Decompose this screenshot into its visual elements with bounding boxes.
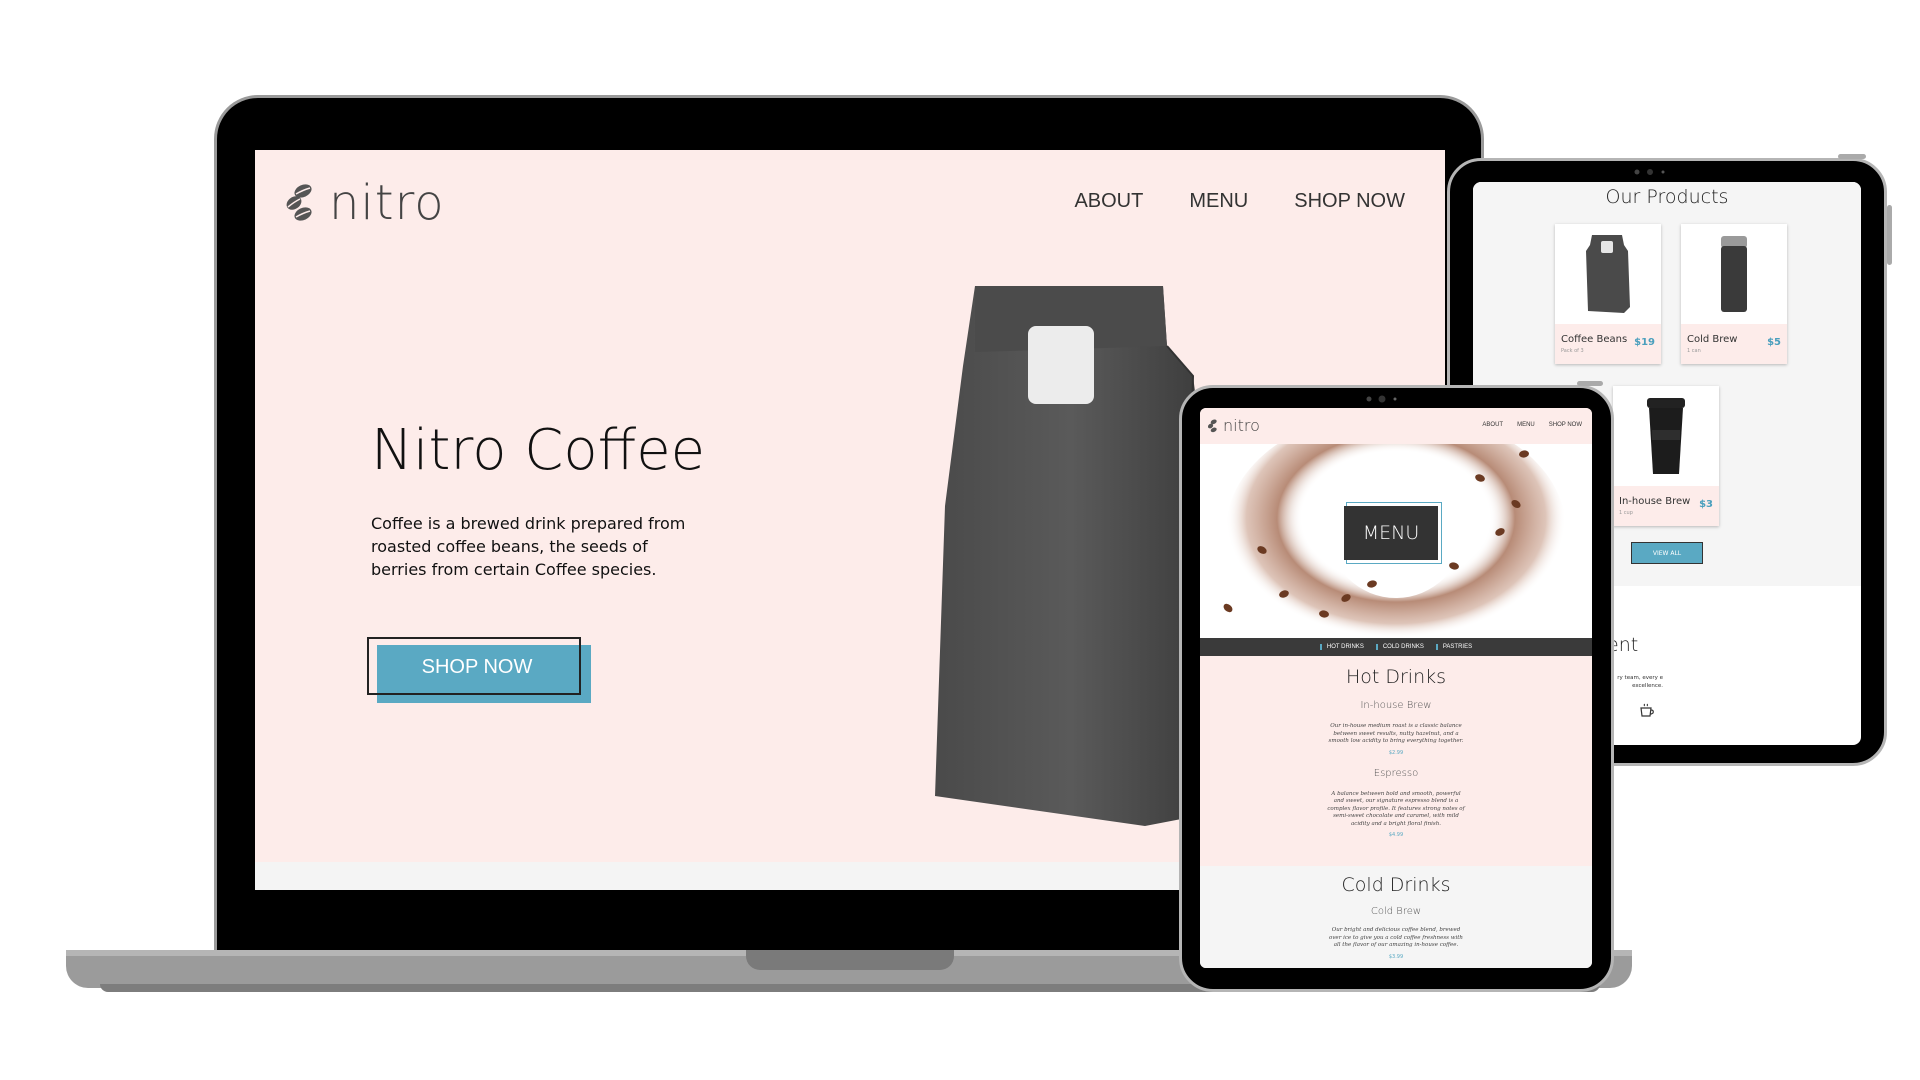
tablet-products-side-button [1887, 205, 1892, 265]
menu-item-price: $2.99 [1388, 749, 1404, 756]
category-bar: HOT DRINKS COLD DRINKS PASTRIES [1200, 638, 1592, 656]
main-nav: ABOUT MENU SHOP NOW [1074, 190, 1405, 213]
product-card-footer: Cold Brew 1 can $5 [1681, 324, 1787, 364]
menu-button[interactable]: MENU [1344, 502, 1444, 564]
section-title: Cold Drinks [1341, 874, 1451, 896]
menu-item-price: $4.99 [1388, 832, 1404, 838]
menu-item-name: Cold Brew [1370, 906, 1422, 917]
menu-banner: MENU [1200, 444, 1592, 638]
cold-drinks-section: Cold Drinks Cold Brew Our bright and del… [1200, 874, 1592, 960]
product-card-cold-brew[interactable]: Cold Brew 1 can $5 [1681, 224, 1787, 364]
site-logo[interactable]: nitro [281, 175, 445, 231]
product-price: $5 [1767, 337, 1781, 348]
section-title: Hot Drinks [1345, 666, 1447, 688]
category-cold-drinks[interactable]: COLD DRINKS [1375, 644, 1424, 650]
product-name: Cold Brew [1687, 334, 1738, 345]
menu-item-description: Our in-house medium roast is a classic b… [1328, 723, 1464, 744]
cold-brew-can-icon [1721, 236, 1747, 312]
laptop-notch [746, 950, 954, 970]
category-pastries[interactable]: PASTRIES [1435, 644, 1472, 650]
hero-title: Nitro Coffee [371, 418, 706, 483]
hot-drinks-section: Hot Drinks In-house Brew Our in-house me… [1200, 666, 1592, 838]
beans-logo-icon [286, 184, 312, 221]
product-name: In-house Brew [1619, 496, 1691, 507]
menu-item-price: $3.99 [1388, 953, 1404, 960]
logo-text: nitro [329, 175, 445, 231]
beans-logo-icon [1207, 418, 1217, 432]
product-image [1613, 386, 1719, 486]
nav-menu[interactable]: MENU [1189, 190, 1248, 213]
coffee-bag-icon [1586, 235, 1630, 313]
camera-icon [1366, 395, 1397, 403]
tablet-menu-screen: nitro ABOUT MENU SHOP NOW MENU HOT DRINK… [1200, 408, 1592, 968]
menu-item-description: A balance between bold and smooth, power… [1327, 790, 1465, 827]
product-subtitle: Pack of 3 [1561, 348, 1584, 354]
product-card-in-house-brew[interactable]: In-house Brew 1 cup $3 [1613, 386, 1719, 526]
nav-shop-now[interactable]: SHOP NOW [1294, 190, 1405, 213]
product-card-footer: Coffee Beans Pack of 3 $19 [1555, 324, 1661, 364]
camera-icon [1634, 169, 1665, 175]
category-hot-drinks[interactable]: HOT DRINKS [1319, 644, 1364, 650]
product-price: $19 [1634, 337, 1655, 348]
site-logo[interactable]: nitro [1206, 416, 1260, 435]
logo-text: nitro [1223, 416, 1260, 435]
product-card-coffee-beans[interactable]: Coffee Beans Pack of 3 $19 [1555, 224, 1661, 364]
nav-menu[interactable]: MENU [1517, 422, 1535, 428]
tablet-products-top-button [1838, 154, 1866, 159]
product-image [1555, 224, 1661, 324]
menu-item-name: In-house Brew [1360, 700, 1432, 711]
main-nav: ABOUT MENU SHOP NOW [1482, 422, 1582, 428]
view-all-button[interactable]: VIEW ALL [1631, 542, 1703, 564]
menu-site-header: nitro ABOUT MENU SHOP NOW [1200, 408, 1592, 444]
nav-about[interactable]: ABOUT [1074, 190, 1143, 213]
nav-shop-now[interactable]: SHOP NOW [1549, 422, 1582, 428]
product-card-footer: In-house Brew 1 cup $3 [1613, 486, 1719, 526]
product-name: Coffee Beans [1561, 334, 1628, 345]
view-all-label: VIEW ALL [1634, 545, 1700, 561]
shop-now-button[interactable]: SHOP NOW [367, 637, 581, 695]
shop-now-button-label: SHOP NOW [379, 645, 575, 689]
product-image [1681, 224, 1787, 324]
menu-item-description: Our bright and delicious coffee blend, b… [1329, 927, 1463, 948]
menu-item-name: Espresso [1373, 767, 1419, 779]
nav-about[interactable]: ABOUT [1482, 422, 1503, 428]
coffee-cup-icon [1640, 703, 1654, 717]
tablet-menu-top-button [1577, 381, 1603, 386]
product-subtitle: 1 can [1687, 348, 1701, 354]
products-title: Our Products [1605, 186, 1729, 208]
hero-description: Coffee is a brewed drink prepared from r… [371, 514, 686, 579]
product-subtitle: 1 cup [1619, 510, 1633, 516]
product-price: $3 [1699, 499, 1713, 510]
menu-button-label: MENU [1344, 506, 1438, 560]
coffee-cup-product-icon [1647, 398, 1685, 474]
